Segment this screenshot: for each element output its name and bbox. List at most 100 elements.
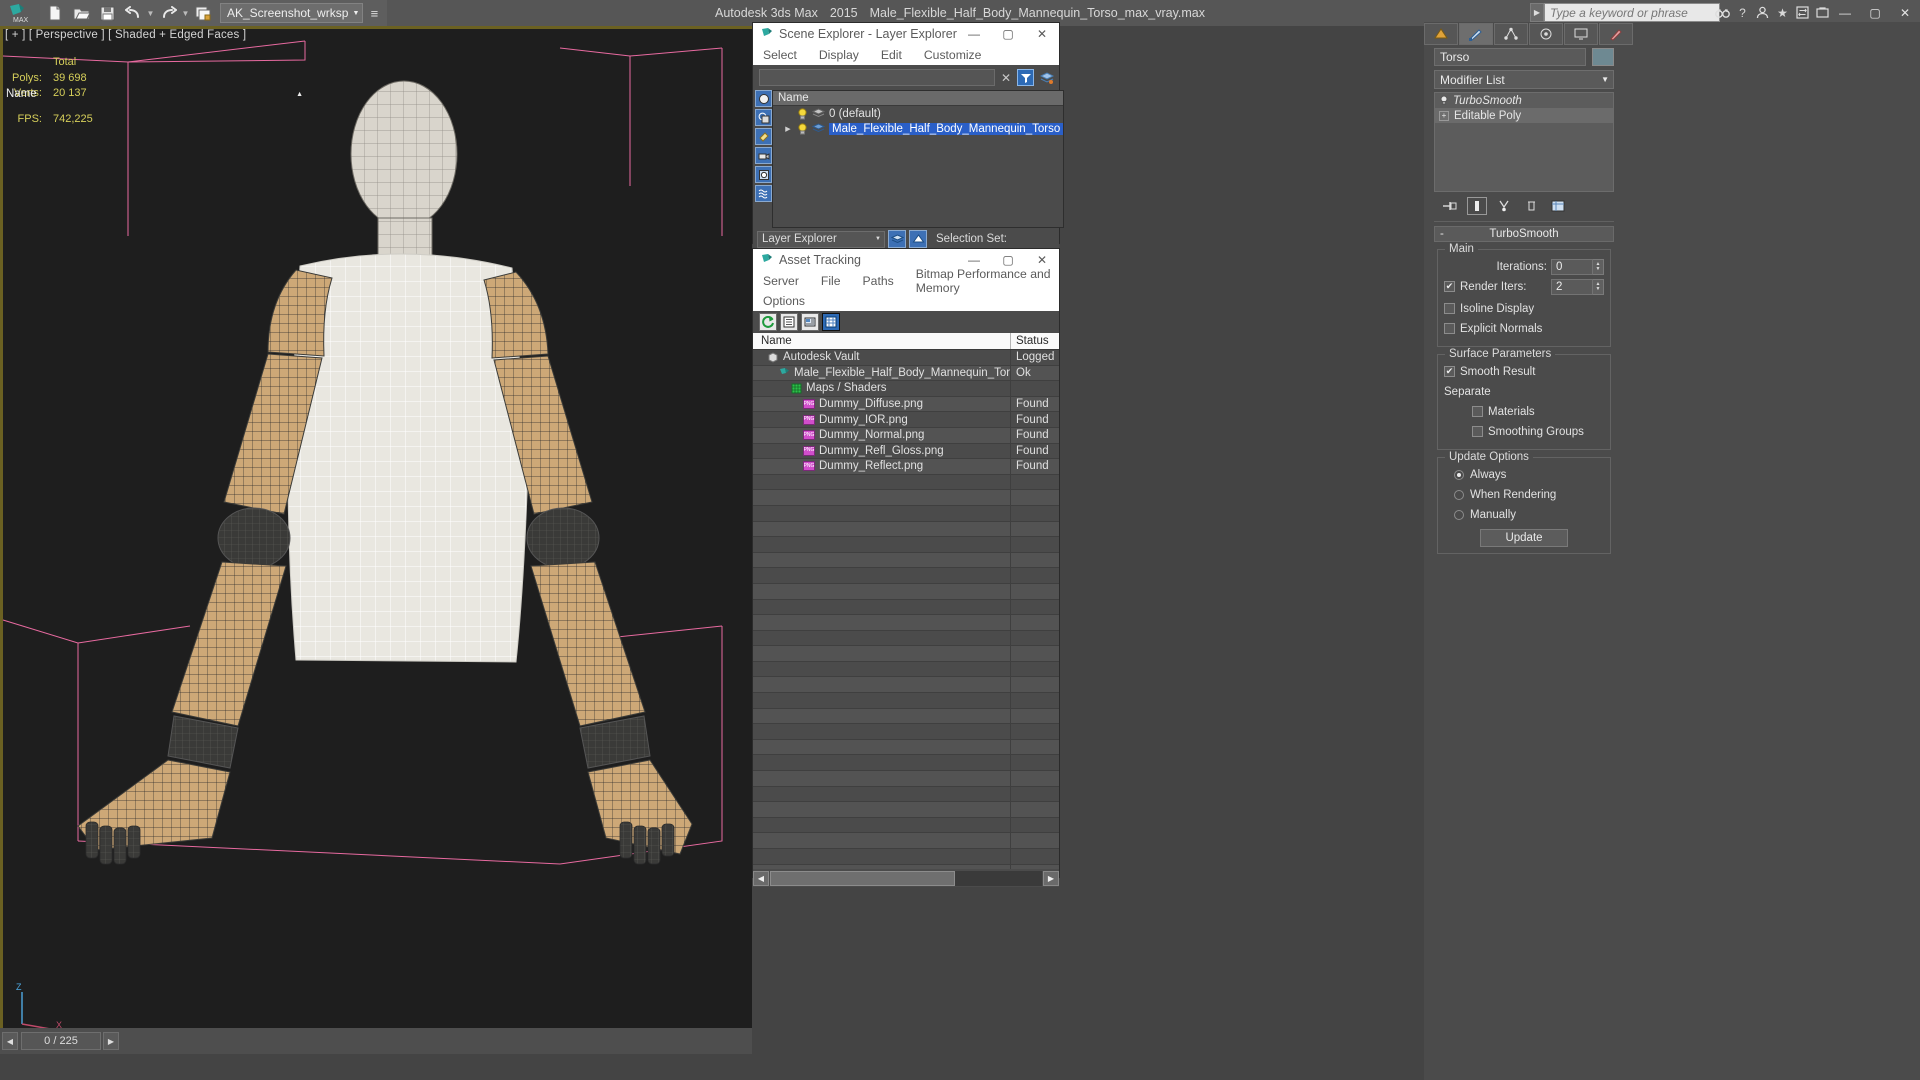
filter-toggle-icon[interactable] — [1017, 69, 1034, 86]
filter-helpers-icon[interactable] — [755, 166, 772, 183]
collapse-icon[interactable]: - — [1440, 228, 1444, 240]
search-expand-icon[interactable]: ▶ — [1530, 3, 1544, 22]
scroll-thumb[interactable] — [770, 870, 955, 886]
undo-dropdown-icon[interactable]: ▼ — [146, 1, 155, 25]
filter-lights-icon[interactable] — [755, 128, 772, 145]
object-color-swatch[interactable] — [1592, 48, 1614, 66]
tab-display[interactable] — [1564, 23, 1598, 45]
detail-view-icon[interactable] — [801, 313, 819, 331]
isoline-display-checkbox[interactable] — [1444, 303, 1455, 314]
scene-explorer-maximize-icon[interactable]: ▢ — [991, 23, 1025, 45]
at-col-status[interactable]: Status — [1011, 333, 1059, 349]
scene-explorer-col-name[interactable]: Name — [773, 91, 1064, 106]
modifier-stack[interactable]: TurboSmooth + Editable Poly — [1434, 92, 1614, 192]
scene-explorer-list[interactable]: Name 0 (default) ▶ Male_Flexible_Half_Bo… — [772, 90, 1065, 228]
tab-motion[interactable] — [1529, 23, 1563, 45]
redo-dropdown-icon[interactable]: ▼ — [181, 1, 190, 25]
workspace-selector[interactable]: AK_Screenshot_wrksp ▼ — [220, 3, 364, 23]
at-col-name[interactable]: Name — [753, 333, 1011, 349]
scroll-track[interactable] — [770, 870, 1042, 886]
at-menu-bitmap[interactable]: Bitmap Performance and Memory — [916, 267, 1059, 295]
layer-row-default[interactable]: 0 (default) — [773, 106, 1063, 121]
at-menu-file[interactable]: File — [821, 274, 841, 288]
viewport-label[interactable]: [ + ] [ Perspective ] [ Shaded + Edged F… — [5, 29, 246, 41]
redo-icon[interactable] — [155, 1, 181, 25]
scroll-left-icon[interactable]: ◀ — [753, 870, 769, 886]
tab-create[interactable] — [1424, 23, 1458, 45]
layer-row-mannequin[interactable]: ▶ Male_Flexible_Half_Body_Mannequin_Tors… — [773, 121, 1064, 136]
asset-row[interactable]: PNG Dummy_Reflect.png Found — [753, 459, 1059, 475]
scroll-right-icon[interactable]: ▶ — [1043, 870, 1059, 886]
filter-geometry-icon[interactable] — [755, 90, 772, 107]
modifier-list-dropdown[interactable]: Modifier List ▼ — [1434, 70, 1614, 89]
set-project-icon[interactable] — [190, 1, 216, 25]
star-icon[interactable]: ★ — [1773, 3, 1792, 22]
se-menu-select[interactable]: Select — [763, 48, 797, 62]
list-view-icon[interactable] — [780, 313, 798, 331]
hierarchy-icon[interactable] — [909, 230, 927, 248]
show-end-result-icon[interactable] — [1467, 197, 1487, 215]
turbosmooth-rollout-header[interactable]: - TurboSmooth — [1434, 226, 1614, 242]
scene-explorer-filter-input[interactable] — [759, 69, 995, 86]
asset-row[interactable]: PNG Dummy_Refl_Gloss.png Found — [753, 443, 1059, 460]
tab-modify[interactable] — [1459, 23, 1493, 45]
table-view-icon[interactable] — [822, 313, 840, 331]
layer-manage-icon[interactable] — [1038, 69, 1055, 86]
modifier-stack-item-turbosmooth[interactable]: TurboSmooth — [1435, 93, 1613, 108]
scene-explorer-close-icon[interactable]: ✕ — [1025, 23, 1059, 45]
asset-tracking-rows[interactable]: Autodesk Vault Logged Male_Flexible_Half… — [753, 350, 1059, 869]
asset-row[interactable]: PNG Dummy_Diffuse.png Found — [753, 396, 1059, 413]
smooth-result-checkbox[interactable]: ✔ — [1444, 366, 1455, 377]
render-iters-checkbox[interactable]: ✔ — [1444, 281, 1455, 292]
light-bulb-icon[interactable] — [797, 122, 808, 135]
new-icon[interactable] — [42, 1, 68, 25]
se-menu-customize[interactable]: Customize — [924, 48, 982, 62]
materials-checkbox[interactable] — [1472, 406, 1483, 417]
status-prev-icon[interactable]: ◀ — [2, 1032, 18, 1050]
at-menu-paths[interactable]: Paths — [863, 274, 894, 288]
scene-explorer-window[interactable]: Scene Explorer - Layer Explorer — ▢ ✕ Se… — [752, 22, 1065, 250]
se-menu-display[interactable]: Display — [819, 48, 859, 62]
asset-row[interactable]: PNG Dummy_IOR.png Found — [753, 412, 1059, 428]
perspective-viewport[interactable]: [ + ] [ Perspective ] [ Shaded + Edged F… — [0, 26, 752, 1054]
always-radio[interactable] — [1454, 469, 1464, 480]
at-menu-options[interactable]: Options — [763, 294, 805, 308]
update-button[interactable]: Update — [1480, 529, 1568, 547]
refresh-icon[interactable] — [759, 313, 777, 331]
expand-arrow-icon[interactable]: ▶ — [783, 125, 793, 133]
light-bulb-icon[interactable] — [797, 107, 808, 120]
manually-radio[interactable] — [1454, 509, 1464, 520]
clear-filter-icon[interactable]: ✕ — [999, 71, 1013, 85]
at-menu-server[interactable]: Server — [763, 274, 799, 288]
asset-tracking-hscrollbar[interactable]: ◀ ▶ — [753, 869, 1059, 887]
filter-shapes-icon[interactable] — [755, 109, 772, 126]
explicit-normals-checkbox[interactable] — [1444, 323, 1455, 334]
filter-cameras-icon[interactable] — [755, 147, 772, 164]
expand-plus-icon[interactable]: + — [1439, 110, 1449, 121]
asset-row[interactable]: Autodesk Vault Logged — [753, 350, 1059, 366]
remove-modifier-icon[interactable] — [1521, 197, 1541, 215]
when-rendering-radio[interactable] — [1454, 489, 1464, 500]
modifier-stack-item-editablepoly[interactable]: + Editable Poly — [1435, 108, 1613, 123]
signin-icon[interactable] — [1753, 3, 1772, 22]
se-menu-edit[interactable]: Edit — [881, 48, 902, 62]
status-next-icon[interactable]: ▶ — [103, 1032, 119, 1050]
binoculars-icon[interactable] — [1713, 3, 1732, 22]
tab-utilities[interactable] — [1599, 23, 1633, 45]
explorer-mode-combo[interactable]: Layer Explorer ▼ — [757, 230, 885, 248]
layer-list-icon[interactable] — [888, 230, 906, 248]
filter-spacewarps-icon[interactable] — [755, 185, 772, 202]
iterations-input[interactable]: 0 — [1551, 258, 1593, 275]
asset-row[interactable]: Maps / Shaders — [753, 381, 1059, 397]
configure-modifier-sets-icon[interactable] — [1548, 197, 1568, 215]
render-iters-input[interactable]: 2 — [1551, 278, 1593, 295]
asset-row[interactable]: Male_Flexible_Half_Body_Mannequin_Torso_… — [753, 365, 1059, 382]
max-logo-icon[interactable]: MAX — [0, 0, 40, 26]
help-icon[interactable]: ? — [1733, 3, 1752, 22]
render-iters-spinner[interactable]: ▲ ▼ — [1593, 278, 1604, 295]
object-name-field[interactable]: Torso — [1434, 48, 1586, 66]
make-unique-icon[interactable] — [1494, 197, 1514, 215]
qat-overflow-icon[interactable]: ≡ — [363, 1, 385, 25]
save-icon[interactable] — [94, 1, 120, 25]
pin-stack-icon[interactable] — [1440, 197, 1460, 215]
